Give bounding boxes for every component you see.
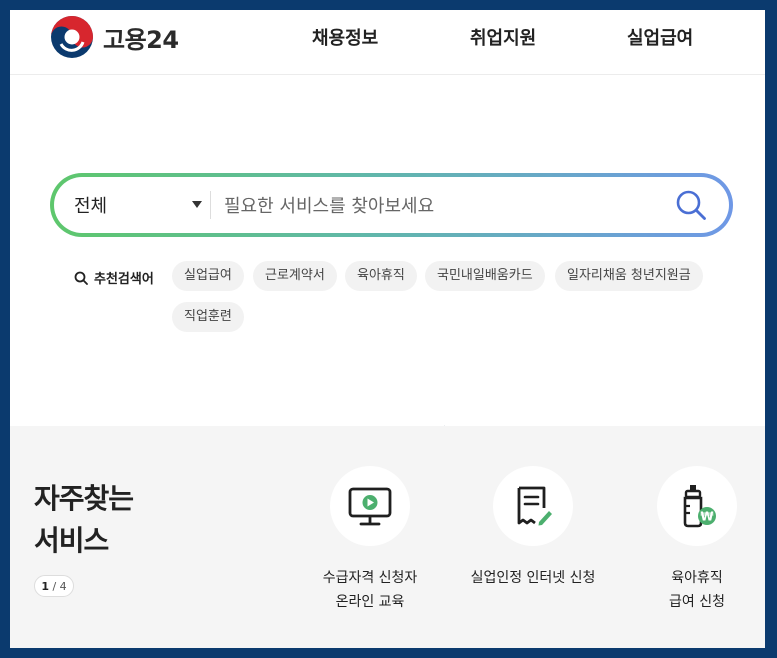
search-divider bbox=[210, 191, 211, 219]
taegeuk-logo-icon bbox=[51, 16, 93, 58]
service-label-line1: 육아휴직 bbox=[671, 570, 723, 586]
service-parental-leave[interactable]: ₩ 육아휴직 급여 신청 bbox=[607, 466, 765, 614]
frequent-services-section: 자주찾는 서비스 1 / 4 수급자격 신청자 온라인 교육 실업인정 인터넷 … bbox=[10, 426, 765, 648]
section-title: 자주찾는 서비스 bbox=[34, 478, 134, 562]
search-icon[interactable] bbox=[675, 189, 707, 221]
keyword-chip[interactable]: 일자리채움 청년지원금 bbox=[555, 261, 703, 291]
logo-text: 고용24 bbox=[103, 25, 179, 54]
service-unemployment-recognition[interactable]: 실업인정 인터넷 신청 bbox=[443, 466, 623, 590]
service-label-line1: 수급자격 신청자 bbox=[322, 570, 418, 586]
recommended-keywords-text: 추천검색어 bbox=[94, 272, 154, 287]
monitor-play-icon bbox=[348, 487, 392, 526]
service-label-line2: 온라인 교육 bbox=[335, 594, 405, 610]
nav-recruit-info[interactable]: 채용정보 bbox=[312, 24, 378, 50]
service-icon-circle: ₩ bbox=[657, 466, 737, 546]
keyword-chip[interactable]: 근로계약서 bbox=[253, 261, 337, 291]
caret-down-icon bbox=[192, 201, 202, 208]
service-label: 수급자격 신청자 온라인 교육 bbox=[280, 566, 460, 614]
search-icon bbox=[74, 271, 88, 285]
section-title-line2: 서비스 bbox=[34, 524, 109, 557]
nav-unemployment-benefit[interactable]: 실업급여 bbox=[627, 24, 693, 50]
document-pen-icon bbox=[517, 486, 552, 526]
search-bar-inner: 전체 bbox=[54, 177, 729, 233]
search-category-select[interactable]: 전체 bbox=[74, 177, 202, 233]
svg-text:₩: ₩ bbox=[700, 510, 714, 524]
service-online-education[interactable]: 수급자격 신청자 온라인 교육 bbox=[280, 466, 460, 614]
logo[interactable]: 고용24 bbox=[50, 15, 179, 59]
recommended-keywords-label: 추천검색어 bbox=[74, 268, 154, 287]
service-label-line2: 급여 신청 bbox=[669, 594, 725, 610]
pager-current: 1 bbox=[41, 580, 49, 593]
section-title-line1: 자주찾는 bbox=[34, 482, 134, 515]
keyword-chip[interactable]: 실업급여 bbox=[172, 261, 244, 291]
search-bar: 전체 bbox=[50, 173, 733, 237]
pager-total: / 4 bbox=[52, 580, 67, 593]
search-input[interactable] bbox=[222, 185, 656, 227]
nav-employment-support[interactable]: 취업지원 bbox=[470, 24, 536, 50]
service-icon-circle bbox=[330, 466, 410, 546]
search-category-value: 전체 bbox=[74, 196, 108, 217]
keyword-chip[interactable]: 국민내일배움카드 bbox=[425, 261, 545, 291]
site-header: 고용24 채용정보 취업지원 실업급여 bbox=[10, 10, 765, 75]
keyword-chip[interactable]: 육아휴직 bbox=[345, 261, 417, 291]
keyword-chip[interactable]: 직업훈련 bbox=[172, 302, 244, 332]
service-icon-circle bbox=[493, 466, 573, 546]
service-label: 육아휴직 급여 신청 bbox=[607, 566, 765, 614]
service-label: 실업인정 인터넷 신청 bbox=[443, 566, 623, 590]
service-label-line1: 실업인정 인터넷 신청 bbox=[470, 570, 596, 586]
page-frame: 고용24 채용정보 취업지원 실업급여 전체 추천검색어 실업급여 근로계약서 bbox=[10, 10, 765, 648]
carousel-pager[interactable]: 1 / 4 bbox=[34, 575, 74, 597]
baby-bottle-won-icon: ₩ bbox=[683, 485, 716, 528]
